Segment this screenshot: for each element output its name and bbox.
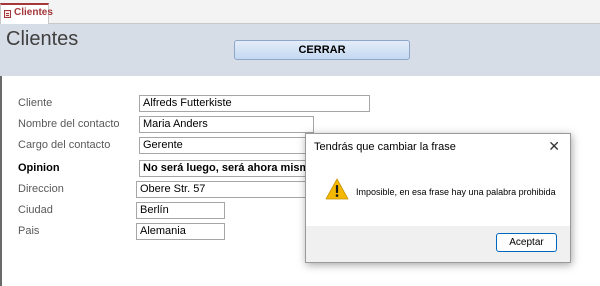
label-ciudad: Ciudad xyxy=(18,204,53,216)
field-nombre-contacto[interactable]: Maria Anders xyxy=(139,116,314,133)
form-icon xyxy=(4,10,11,18)
message-dialog: Tendrás que cambiar la frase ✕ Imposible… xyxy=(305,133,571,263)
label-cliente: Cliente xyxy=(18,97,53,109)
label-opinion: Opinion xyxy=(18,162,60,174)
label-nombre-contacto: Nombre del contacto xyxy=(18,118,120,130)
label-cargo-contacto: Cargo del contacto xyxy=(18,139,111,151)
field-direccion[interactable]: Obere Str. 57 xyxy=(136,181,314,198)
access-form-window: Clientes Clientes CERRAR Cliente Alfreds… xyxy=(0,0,600,286)
label-direccion: Direccion xyxy=(18,183,64,195)
field-cargo-contacto[interactable]: Gerente xyxy=(139,137,314,154)
form-header: Clientes CERRAR xyxy=(0,24,600,76)
label-pais: Pais xyxy=(18,225,40,237)
document-tab-strip: Clientes xyxy=(0,0,600,24)
tab-label: Clientes xyxy=(14,7,53,18)
dialog-message: Imposible, en esa frase hay una palabra … xyxy=(356,187,556,197)
tab-clientes[interactable]: Clientes xyxy=(0,3,53,24)
close-form-button[interactable]: CERRAR xyxy=(234,40,410,60)
warning-icon xyxy=(325,178,349,200)
dialog-footer: Aceptar xyxy=(306,226,570,262)
field-cliente[interactable]: Alfreds Futterkiste xyxy=(139,95,370,112)
field-pais[interactable]: Alemania xyxy=(136,223,225,240)
field-opinion[interactable]: No será luego, será ahora mismo xyxy=(139,160,314,177)
field-ciudad[interactable]: Berlín xyxy=(136,202,225,219)
close-icon[interactable]: ✕ xyxy=(548,138,560,155)
accept-button[interactable]: Aceptar xyxy=(496,233,557,252)
dialog-title: Tendrás que cambiar la frase xyxy=(314,141,456,153)
page-title: Clientes xyxy=(6,28,79,50)
